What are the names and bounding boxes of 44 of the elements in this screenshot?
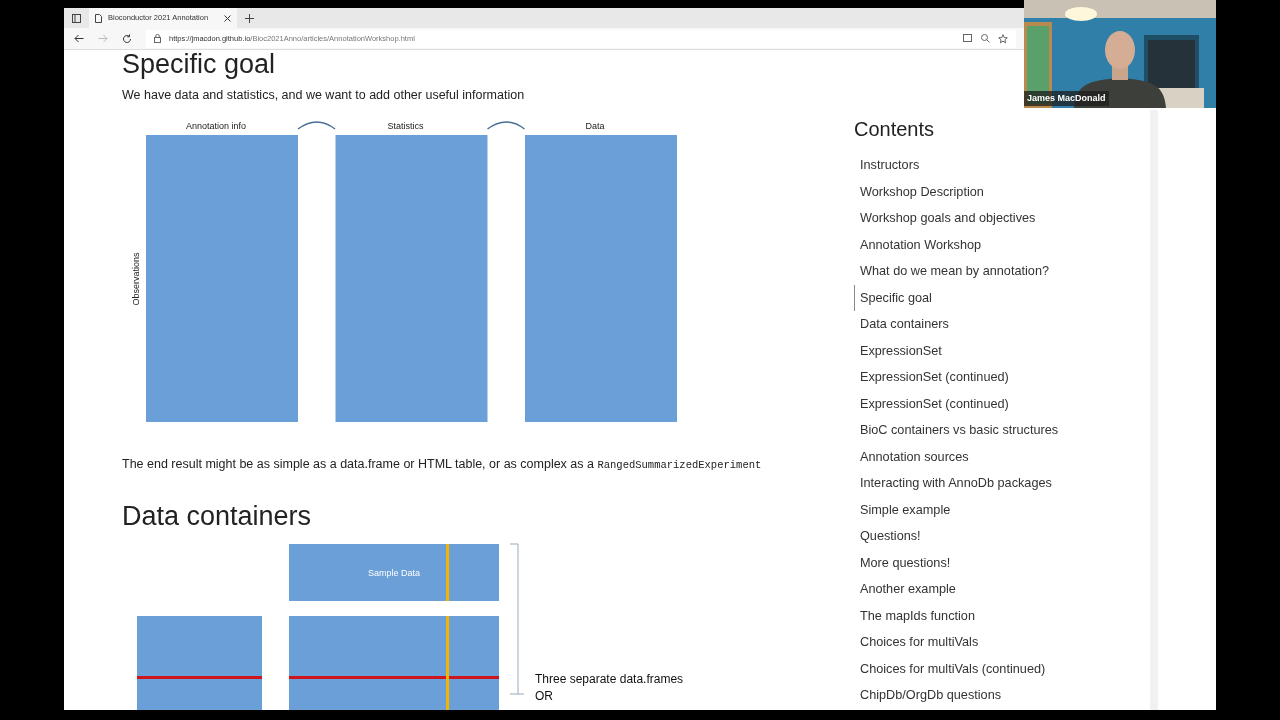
toc-link[interactable]: Instructors bbox=[854, 152, 1150, 179]
toc-link[interactable]: Choices for multiVals (continued) bbox=[854, 655, 1150, 682]
toc-link[interactable]: Annotation sources bbox=[854, 443, 1150, 470]
block-label: Sample Data bbox=[368, 568, 420, 579]
toc-link[interactable]: The mapIds function bbox=[854, 602, 1150, 629]
note-text: OR bbox=[535, 689, 553, 704]
toc-link[interactable]: Workshop goals and objectives bbox=[854, 205, 1150, 232]
new-tab-icon[interactable] bbox=[245, 13, 254, 23]
toc-link[interactable]: What do we mean by annotation? bbox=[854, 258, 1150, 285]
toc-link[interactable]: Choices for multiVals bbox=[854, 629, 1150, 656]
toc-link[interactable]: Annotation Workshop bbox=[854, 231, 1150, 258]
toc-link[interactable]: ExpressionSet (continued) bbox=[854, 364, 1150, 391]
section-heading: Data containers bbox=[122, 499, 313, 533]
result-text: The end result might be as simple as a data.frame or HTML table, or as complex as a RangedSummarizedExperiment bbox=[122, 456, 763, 474]
column-label: Statistics bbox=[387, 121, 424, 132]
document-icon bbox=[95, 13, 102, 23]
column-highlight bbox=[446, 544, 449, 602]
toc-link[interactable]: ExpressionSet (continued) bbox=[854, 390, 1150, 417]
toc-link[interactable]: More questions! bbox=[854, 549, 1150, 576]
toc-link[interactable]: ExpressionSet bbox=[854, 337, 1150, 364]
toc-link[interactable]: Simple example bbox=[854, 496, 1150, 523]
zoom-icon[interactable] bbox=[981, 34, 990, 43]
note-text: Three separate data.frames bbox=[535, 672, 684, 687]
toc-link[interactable]: Questions! bbox=[854, 523, 1150, 550]
section-heading: Specific goal bbox=[122, 50, 277, 81]
intro-text: We have data and statistics, and we want to add other useful information bbox=[122, 87, 526, 105]
sidebar-icon[interactable] bbox=[72, 13, 81, 23]
column-label: Data bbox=[585, 121, 605, 132]
toc-link[interactable]: Workshop Description bbox=[854, 178, 1150, 205]
column-label: Annotation info bbox=[186, 121, 246, 132]
toc-link[interactable]: Interacting with AnnoDb packages bbox=[854, 470, 1150, 497]
reader-icon[interactable] bbox=[963, 34, 973, 43]
lock-icon bbox=[154, 34, 161, 43]
back-icon[interactable] bbox=[74, 34, 84, 43]
scrollbar[interactable] bbox=[1150, 110, 1158, 710]
close-icon[interactable] bbox=[224, 14, 231, 22]
toc-link[interactable]: BioC containers vs basic structures bbox=[854, 417, 1150, 444]
favorites-icon[interactable] bbox=[998, 33, 1008, 44]
row-label: Observations bbox=[131, 252, 141, 306]
refresh-icon[interactable] bbox=[122, 33, 132, 44]
toc-link[interactable]: Data containers bbox=[854, 311, 1150, 338]
contents-heading: Contents bbox=[854, 117, 936, 142]
toc-link[interactable]: ChipDb/OrgDb questions bbox=[854, 682, 1150, 709]
toc-link[interactable]: Another example bbox=[854, 576, 1150, 603]
